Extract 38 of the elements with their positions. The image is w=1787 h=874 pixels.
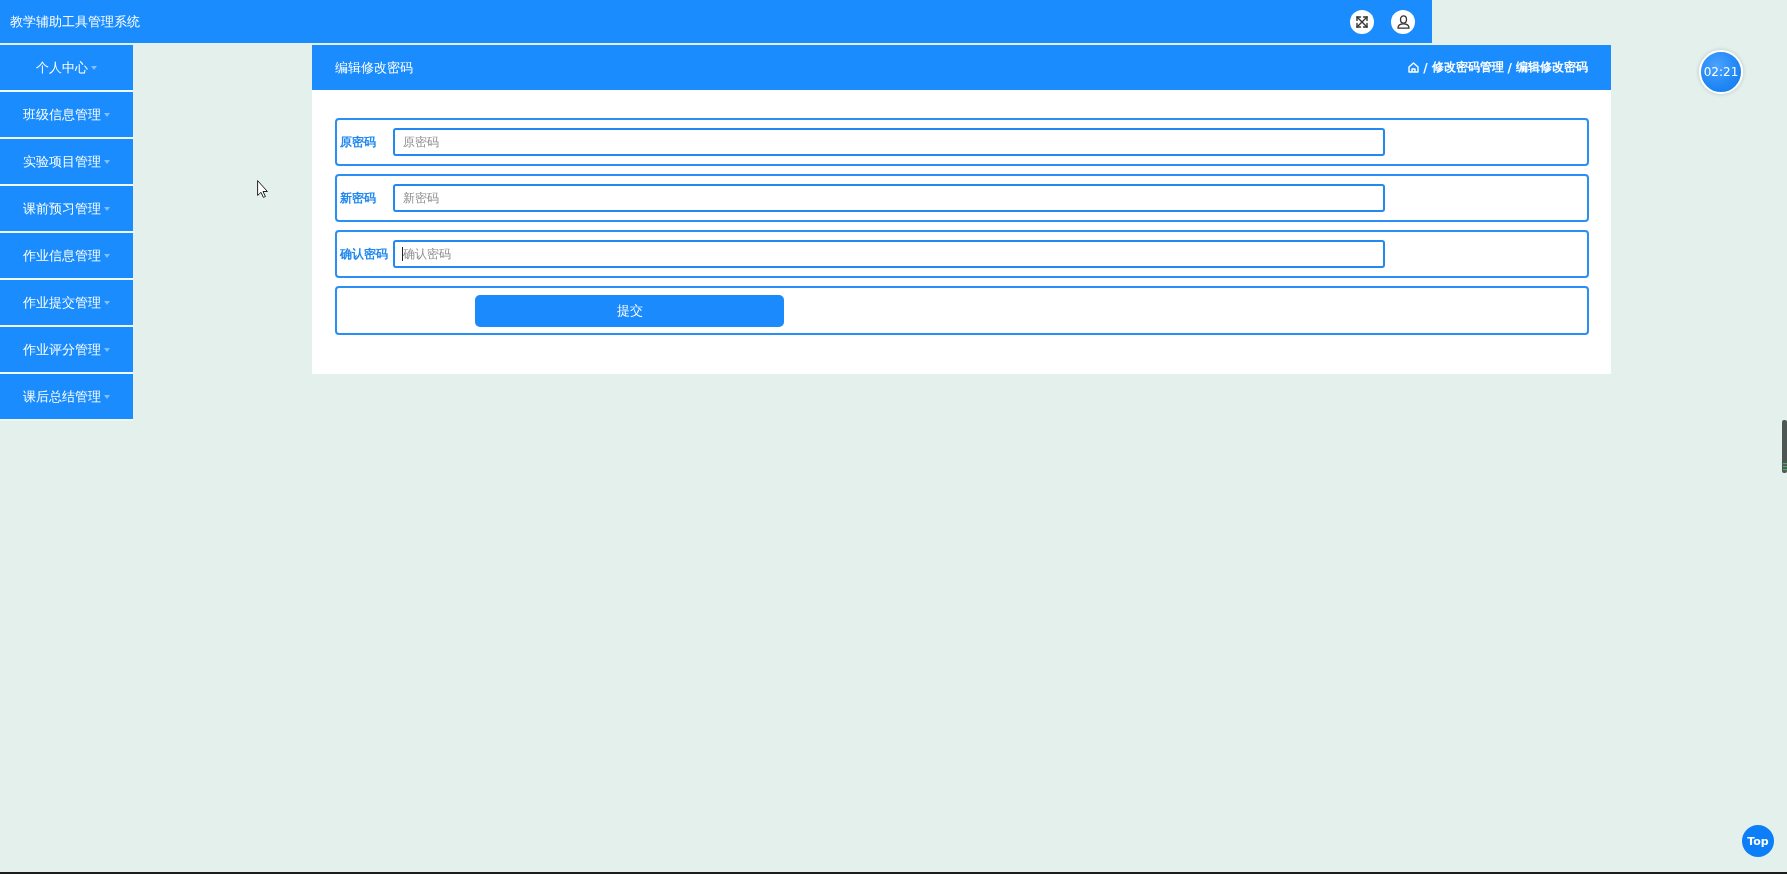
app-title: 教学辅助工具管理系统: [10, 12, 140, 31]
sidebar-item[interactable]: 个人中心: [0, 45, 133, 92]
breadcrumb-current: 编辑修改密码: [1516, 59, 1588, 76]
caret-icon: [91, 65, 97, 70]
clock-badge: 02:21: [1699, 50, 1743, 94]
caret-icon: [104, 206, 110, 211]
back-to-top-button[interactable]: Top: [1742, 825, 1774, 857]
breadcrumb-separator: /: [1507, 60, 1512, 75]
password-field[interactable]: 新密码: [393, 184, 1385, 212]
caret-icon: [104, 347, 110, 352]
breadcrumb-separator: /: [1423, 60, 1428, 75]
sidebar-item[interactable]: 作业评分管理: [0, 327, 133, 374]
caret-icon: [104, 253, 110, 258]
panel-title: 编辑修改密码: [335, 58, 413, 77]
field-label: 新密码: [340, 189, 377, 207]
password-field[interactable]: 确认密码: [393, 240, 1385, 268]
breadcrumb-link[interactable]: 修改密码管理: [1431, 59, 1504, 76]
fullscreen-button[interactable]: [1350, 9, 1374, 34]
sidebar-item[interactable]: 实验项目管理: [0, 139, 133, 186]
home-icon[interactable]: [1408, 62, 1420, 73]
user-button[interactable]: [1391, 9, 1415, 34]
sidebar-item[interactable]: 课前预习管理: [0, 186, 133, 233]
caret-icon: [104, 300, 110, 305]
field-label: 确认密码: [340, 245, 389, 263]
sidebar-item[interactable]: 作业信息管理: [0, 233, 133, 280]
sidebar-item[interactable]: 班级信息管理: [0, 92, 133, 139]
caret-icon: [104, 159, 110, 164]
fullscreen-icon: [1355, 14, 1369, 29]
mouse-pointer-icon: [257, 180, 268, 198]
caret-icon: [104, 394, 110, 399]
field-label: 原密码: [340, 133, 377, 151]
submit-button[interactable]: 提交: [475, 294, 784, 327]
side-tab-icon[interactable]: [1782, 420, 1787, 473]
sidebar-item[interactable]: 作业提交管理: [0, 280, 133, 327]
user-icon: [1396, 14, 1410, 29]
sidebar-item[interactable]: 课后总结管理: [0, 374, 133, 421]
caret-icon: [104, 112, 110, 117]
password-field[interactable]: 原密码: [393, 128, 1385, 156]
